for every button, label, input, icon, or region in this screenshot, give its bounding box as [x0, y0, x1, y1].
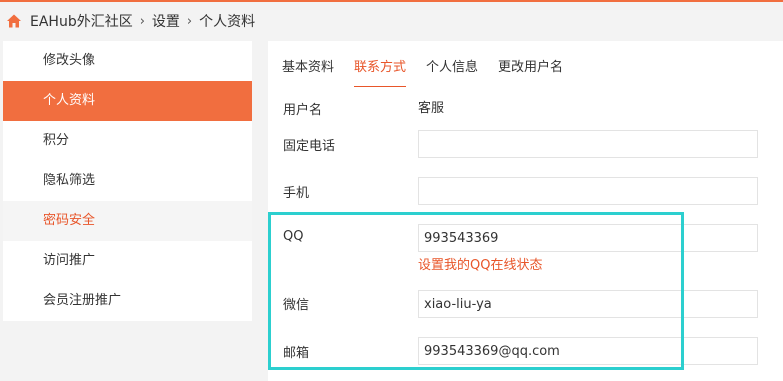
wechat-field[interactable] [418, 290, 758, 318]
qq-label: QQ [283, 229, 304, 244]
sidebar-item-privacy[interactable]: 隐私筛选 [3, 161, 252, 201]
username-value: 客服 [418, 101, 445, 116]
phone-field[interactable] [418, 130, 758, 158]
sidebar-item-visit-promotion[interactable]: 访问推广 [3, 241, 252, 281]
tab-change-username[interactable]: 更改用户名 [498, 57, 563, 87]
breadcrumb-home-link[interactable]: EAHub外汇社区 [30, 11, 133, 31]
tab-contact[interactable]: 联系方式 [354, 57, 407, 87]
breadcrumb-current: 个人资料 [199, 14, 256, 30]
breadcrumb-settings-link[interactable]: 设置 [152, 11, 180, 31]
profile-panel: 基本资料 联系方式 个人信息 更改用户名 用户名 客服 固定电话 手机 QQ 设… [268, 41, 783, 381]
mobile-field[interactable] [418, 177, 758, 205]
tab-basic-info[interactable]: 基本资料 [282, 57, 334, 87]
qq-field[interactable] [418, 224, 758, 252]
email-label: 邮箱 [283, 346, 310, 361]
breadcrumb: EAHub外汇社区 › 设置 › 个人资料 [0, 2, 783, 40]
phone-label: 固定电话 [283, 139, 336, 154]
breadcrumb-separator: › [139, 13, 145, 29]
mobile-label: 手机 [283, 186, 310, 201]
username-label: 用户名 [283, 103, 323, 118]
sidebar-item-points[interactable]: 积分 [3, 121, 252, 161]
profile-tabs: 基本资料 联系方式 个人信息 更改用户名 [282, 57, 583, 87]
sidebar-item-password[interactable]: 密码安全 [3, 201, 252, 241]
sidebar-item-profile[interactable]: 个人资料 [3, 81, 252, 121]
settings-sidebar: 修改头像 个人资料 积分 隐私筛选 密码安全 访问推广 会员注册推广 [3, 41, 252, 321]
wechat-label: 微信 [283, 298, 310, 313]
sidebar-item-register-promotion[interactable]: 会员注册推广 [3, 281, 252, 321]
email-field[interactable] [418, 337, 758, 365]
home-icon[interactable] [6, 13, 22, 29]
qq-online-status-link[interactable]: 设置我的QQ在线状态 [418, 254, 542, 273]
breadcrumb-separator: › [186, 13, 193, 29]
tab-personal-info[interactable]: 个人信息 [426, 57, 478, 87]
sidebar-item-avatar[interactable]: 修改头像 [3, 41, 252, 81]
